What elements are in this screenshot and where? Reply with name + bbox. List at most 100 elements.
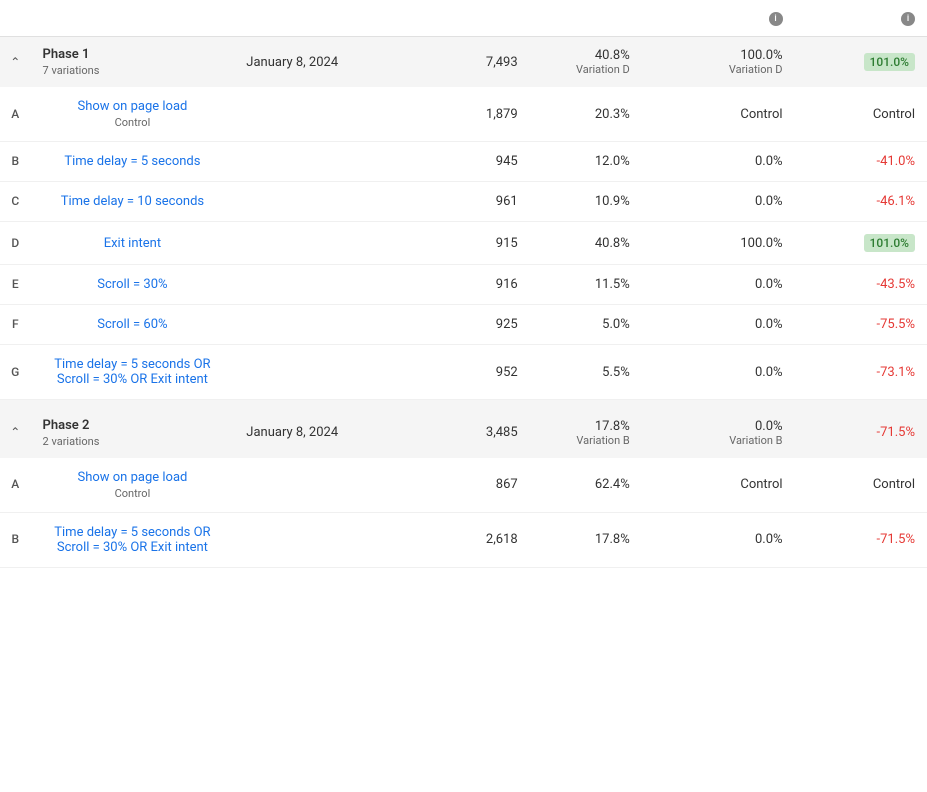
variation-name-cell: Time delay = 5 seconds (31, 142, 235, 182)
variation-name-cell: Scroll = 30% (31, 265, 235, 305)
phase-chevron-cell[interactable]: ⌃ (0, 408, 31, 458)
variation-win-probability: 100.0% (642, 222, 795, 265)
variation-letter-cell: G (0, 345, 31, 400)
col-submit-rate-lift: i (795, 0, 927, 37)
phase-submit-rate: 17.8% Variation B (530, 408, 642, 458)
variation-name-cell: Time delay = 5 seconds OR Scroll = 30% O… (31, 512, 235, 567)
col-win-probability: i (642, 0, 795, 37)
variation-submit-rate: 62.4% (530, 458, 642, 513)
variation-lift: -46.1% (795, 182, 927, 222)
phase-lift: 101.0% (795, 37, 927, 88)
variation-letter: A (11, 477, 19, 491)
variation-name[interactable]: Time delay = 5 seconds OR Scroll = 30% O… (43, 357, 223, 387)
phase-submit-rate: 40.8% Variation D (530, 37, 642, 88)
variation-row: F Scroll = 60% 925 5.0% 0.0% -75.5% (0, 305, 927, 345)
variation-eligible-views: 916 (377, 265, 530, 305)
lift-value: -41.0% (877, 154, 915, 169)
variation-name[interactable]: Time delay = 5 seconds (43, 154, 223, 169)
variation-lift: -75.5% (795, 305, 927, 345)
col-submit-rate (530, 0, 642, 37)
phase-win-probability: 0.0% Variation B (642, 408, 795, 458)
variation-eligible-views: 961 (377, 182, 530, 222)
chevron-icon: ⌃ (10, 425, 20, 439)
variation-submit-rate: 5.0% (530, 305, 642, 345)
variation-letter-cell: B (0, 512, 31, 567)
variation-win-probability: 0.0% (642, 305, 795, 345)
variation-submit-rate: 11.5% (530, 265, 642, 305)
variation-letter-cell: A (0, 458, 31, 513)
variation-win-probability: 0.0% (642, 265, 795, 305)
phase-name: Phase 2 (43, 418, 223, 433)
phase-name-cell: Phase 2 2 variations (31, 408, 235, 458)
variation-row: B Time delay = 5 seconds OR Scroll = 30%… (0, 512, 927, 567)
phase-name-cell: Phase 1 7 variations (31, 37, 235, 88)
variation-name[interactable]: Exit intent (43, 236, 223, 251)
variation-name-cell: Show on page load Control (31, 458, 235, 513)
variation-name[interactable]: Show on page load (43, 470, 223, 485)
variation-win-probability: 0.0% (642, 345, 795, 400)
variation-submit-rate: 20.3% (530, 87, 642, 142)
chevron-icon: ⌃ (10, 55, 20, 69)
variation-sub: Control (43, 487, 223, 500)
table-header: i i (0, 0, 927, 37)
variation-submit-rate: 5.5% (530, 345, 642, 400)
variation-name[interactable]: Scroll = 60% (43, 317, 223, 332)
variation-lift: -73.1% (795, 345, 927, 400)
variation-letter-cell: A (0, 87, 31, 142)
variation-win-probability: 0.0% (642, 182, 795, 222)
variation-name[interactable]: Show on page load (43, 99, 223, 114)
lift-badge: 101.0% (864, 53, 915, 71)
variation-start-date-spacer (234, 345, 377, 400)
phase-row: ⌃ Phase 2 2 variations January 8, 2024 3… (0, 408, 927, 458)
variation-win-probability: 0.0% (642, 512, 795, 567)
variation-name-cell: Scroll = 60% (31, 305, 235, 345)
variation-name-cell: Time delay = 10 seconds (31, 182, 235, 222)
variation-start-date-spacer (234, 222, 377, 265)
win-probability-info-icon[interactable]: i (769, 12, 783, 26)
variation-name-cell: Time delay = 5 seconds OR Scroll = 30% O… (31, 345, 235, 400)
variation-start-date-spacer (234, 305, 377, 345)
variation-letter-cell: D (0, 222, 31, 265)
variation-eligible-views: 952 (377, 345, 530, 400)
lift-badge: 101.0% (864, 234, 915, 252)
variation-name[interactable]: Time delay = 5 seconds OR Scroll = 30% O… (43, 525, 223, 555)
variation-submit-rate: 17.8% (530, 512, 642, 567)
variation-letter: B (11, 532, 19, 546)
phase-chevron-cell[interactable]: ⌃ (0, 37, 31, 88)
lift-value: Control (873, 107, 915, 122)
variation-name[interactable]: Scroll = 30% (43, 277, 223, 292)
variation-start-date-spacer (234, 182, 377, 222)
variation-start-date-spacer (234, 87, 377, 142)
variation-sub: Control (43, 116, 223, 129)
phase-start-date: January 8, 2024 (234, 408, 377, 458)
phase-variations-count: 7 variations (43, 64, 223, 77)
variation-row: A Show on page load Control 867 62.4% Co… (0, 458, 927, 513)
variation-start-date-spacer (234, 512, 377, 567)
col-eligible-views (377, 0, 530, 37)
phase-eligible-views: 3,485 (377, 408, 530, 458)
phase-spacer (0, 400, 927, 408)
variation-eligible-views: 867 (377, 458, 530, 513)
variation-letter-cell: C (0, 182, 31, 222)
phase-win-probability: 100.0% Variation D (642, 37, 795, 88)
variation-lift: 101.0% (795, 222, 927, 265)
variation-letter: F (12, 317, 19, 331)
lift-value: -71.5% (877, 532, 915, 547)
variation-start-date-spacer (234, 265, 377, 305)
variation-submit-rate: 10.9% (530, 182, 642, 222)
phase-eligible-views: 7,493 (377, 37, 530, 88)
variation-lift: -41.0% (795, 142, 927, 182)
variation-row: G Time delay = 5 seconds OR Scroll = 30%… (0, 345, 927, 400)
lift-value: -43.5% (877, 277, 915, 292)
variation-name[interactable]: Time delay = 10 seconds (43, 194, 223, 209)
variation-row: C Time delay = 10 seconds 961 10.9% 0.0%… (0, 182, 927, 222)
variation-win-probability: Control (642, 458, 795, 513)
variation-lift: -71.5% (795, 512, 927, 567)
variation-submit-rate: 12.0% (530, 142, 642, 182)
variation-lift: -43.5% (795, 265, 927, 305)
variation-eligible-views: 915 (377, 222, 530, 265)
submit-rate-lift-info-icon[interactable]: i (901, 12, 915, 26)
variation-row: B Time delay = 5 seconds 945 12.0% 0.0% … (0, 142, 927, 182)
phase-row: ⌃ Phase 1 7 variations January 8, 2024 7… (0, 37, 927, 88)
lift-value: -71.5% (877, 425, 915, 440)
